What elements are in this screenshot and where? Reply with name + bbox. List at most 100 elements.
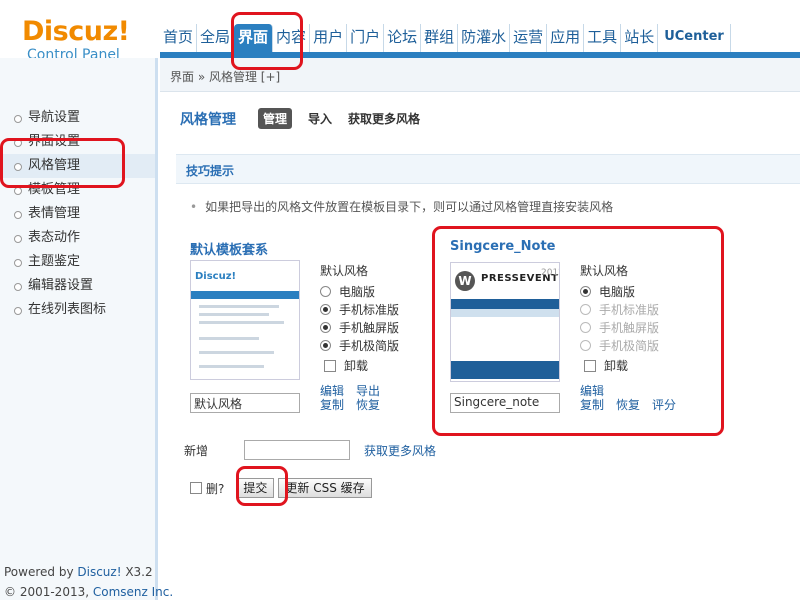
link-restore[interactable]: 恢复 [356,398,380,412]
update-css-cache-button[interactable]: 更新 CSS 缓存 [278,478,372,498]
option-mobile-touch[interactable]: 手机触屏版 [320,318,399,336]
option-mobile-touch: 手机触屏版 [580,318,659,336]
sidebar-item-thread-stamps[interactable]: 主题鉴定 [0,250,155,274]
option-label: 手机极简版 [339,338,400,353]
sidebar-item-reactions[interactable]: 表态动作 [0,226,155,250]
uninstall-singcere[interactable]: 卸载 [584,357,628,374]
theme-thumbnail-singcere[interactable]: W PRESSEVENT 2012 [450,262,560,382]
nav-home[interactable]: 首页 [160,24,198,52]
thumb-nav-bar [191,291,299,299]
theme-name-input-singcere[interactable]: Singcere_note [450,393,560,413]
link-export[interactable]: 导出 [356,384,380,398]
nav-operations[interactable]: 运营 [510,24,548,52]
nav-webmaster[interactable]: 站长 [621,24,659,52]
option-pc[interactable]: 电脑版 [580,282,659,300]
radio-mobile-simple [580,339,591,351]
thumb-logo-text: Discuz! [195,271,237,282]
submit-button[interactable]: 提交 [236,478,275,498]
thumb-sub-bar [451,309,559,317]
nav-users[interactable]: 用户 [310,24,348,52]
uninstall-checkbox[interactable] [324,359,336,372]
theme-singcere-mode-group: 默认风格 电脑版 手机标准版 手机触屏版 手机极简版 [580,262,659,354]
link-rate[interactable]: 评分 [652,398,676,412]
theme-title-singcere[interactable]: Singcere_Note [450,239,555,254]
nav-tools[interactable]: 工具 [584,24,622,52]
option-label: 手机触屏版 [599,320,660,335]
tab-get-more-styles[interactable]: 获取更多风格 [348,110,420,127]
add-style-input[interactable] [244,440,350,460]
thumb-line [199,365,264,368]
radio-mobile-standard[interactable] [320,303,331,315]
delete-label: 删? [206,481,225,496]
option-mobile-simple[interactable]: 手机极简版 [320,336,399,354]
radio-pc[interactable] [580,285,591,297]
thumb-line [199,337,259,340]
sidebar-item-interface-settings[interactable]: 界面设置 [0,130,155,154]
submit-row: 删? 提交 更新 CSS 缓存 [190,478,376,498]
breadcrumb: 界面 » 风格管理 [+] [160,58,800,92]
sidebar-item-editor-settings[interactable]: 编辑器设置 [0,274,155,298]
nav-forum[interactable]: 论坛 [384,24,422,52]
group-label: 默认风格 [580,264,629,278]
theme-name-input-default[interactable]: 默认风格 [190,393,300,413]
get-more-styles-link[interactable]: 获取更多风格 [364,442,436,459]
nav-content[interactable]: 内容 [273,24,311,52]
nav-portal[interactable]: 门户 [347,24,385,52]
page-title-row: 风格管理 管理 导入 获取更多风格 [180,108,436,129]
radio-pc[interactable] [320,285,331,297]
option-label: 手机标准版 [339,302,400,317]
option-pc[interactable]: 电脑版 [320,282,399,300]
thumb-line [199,351,274,354]
theme-title-default[interactable]: 默认模板套系 [190,239,268,258]
option-mobile-simple: 手机极简版 [580,336,659,354]
sidebar-item-template-management[interactable]: 模板管理 [0,178,155,202]
option-label: 电脑版 [599,284,636,299]
top-nav: 首页 全局 界面 内容 用户 门户 论坛 群组 防灌水 运营 应用 工具 站长 … [160,24,731,52]
theme-default-mode-group: 默认风格 电脑版 手机标准版 手机触屏版 手机极简版 [320,262,399,354]
nav-interface[interactable]: 界面 [234,24,274,52]
link-edit[interactable]: 编辑 [580,384,604,398]
footer-powered: Powered by [4,565,78,579]
add-label: 新增 [184,443,209,458]
thumb-line [199,321,284,324]
thumb-year-text: 2012 [541,268,559,278]
option-mobile-standard: 手机标准版 [580,300,659,318]
tab-manage[interactable]: 管理 [258,108,293,129]
uninstall-checkbox[interactable] [584,359,596,372]
theme-thumbnail-default[interactable]: Discuz! [190,260,300,380]
sidebar-menu: 导航设置 界面设置 风格管理 模板管理 表情管理 表态动作 主题鉴定 编辑器设置… [0,106,155,322]
tips-header: 技巧提示 [176,154,800,184]
option-mobile-standard[interactable]: 手机标准版 [320,300,399,318]
nav-antispam[interactable]: 防灌水 [458,24,511,52]
add-style-row: 新增 获取更多风格 [184,440,436,460]
sidebar-item-online-icons[interactable]: 在线列表图标 [0,298,155,322]
footer-brand-link[interactable]: Discuz! [77,565,121,579]
radio-mobile-standard [580,303,591,315]
nav-apps[interactable]: 应用 [547,24,585,52]
delete-checkbox[interactable] [190,482,202,494]
uninstall-default[interactable]: 卸载 [324,357,368,374]
link-copy[interactable]: 复制 [320,398,344,412]
uninstall-label: 卸载 [604,359,629,373]
tip-text: 如果把导出的风格文件放置在模板目录下，则可以通过风格管理直接安装风格 [205,200,614,214]
sidebar-footer: Powered by Discuz! X3.2 © 2001-2013, Com… [4,562,173,600]
footer-version: X3.2 [121,565,153,579]
link-edit[interactable]: 编辑 [320,384,344,398]
radio-mobile-touch[interactable] [320,321,331,333]
sidebar-item-nav-settings[interactable]: 导航设置 [0,106,155,130]
sidebar-item-smilies[interactable]: 表情管理 [0,202,155,226]
nav-ucenter[interactable]: UCenter [658,24,731,52]
link-restore[interactable]: 恢复 [616,398,640,412]
tab-import[interactable]: 导入 [308,110,332,127]
radio-mobile-touch [580,321,591,333]
option-label: 手机触屏版 [339,320,400,335]
nav-global[interactable]: 全局 [197,24,235,52]
sidebar-item-style-management[interactable]: 风格管理 [0,154,155,178]
bullet-icon: • [190,200,198,214]
theme-singcere-links: 编辑 复制 恢复 评分 [580,384,688,412]
header: Discuz! Control Panel 首页 全局 界面 内容 用户 门户 … [0,0,800,63]
footer-company-link[interactable]: Comsenz Inc. [93,585,173,599]
link-copy[interactable]: 复制 [580,398,604,412]
nav-groups[interactable]: 群组 [421,24,459,52]
radio-mobile-simple[interactable] [320,339,331,351]
